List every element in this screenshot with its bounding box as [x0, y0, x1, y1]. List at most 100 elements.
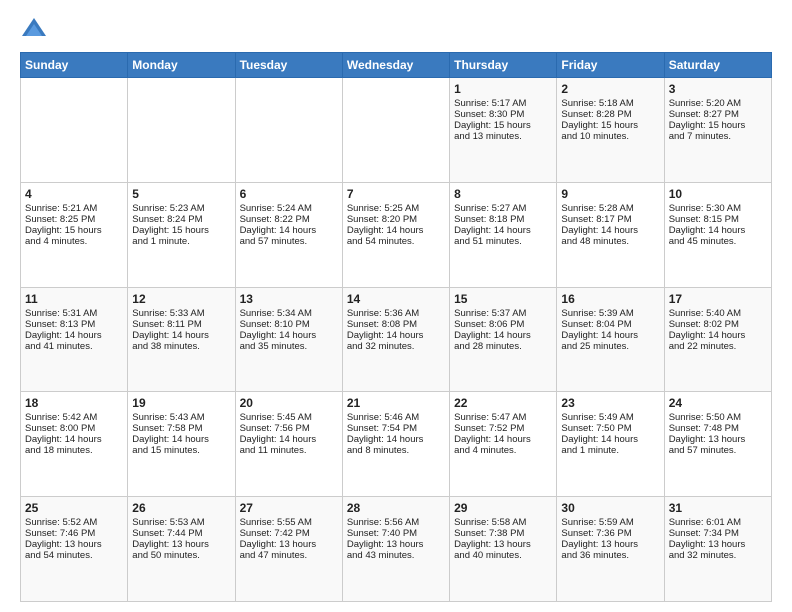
day-info-line: Sunset: 7:34 PM: [669, 528, 767, 539]
day-info-line: Sunset: 7:56 PM: [240, 423, 338, 434]
day-number: 24: [669, 396, 767, 410]
day-info-line: Sunset: 8:24 PM: [132, 214, 230, 225]
day-info-line: and 54 minutes.: [347, 236, 445, 247]
day-info-line: Sunrise: 5:31 AM: [25, 308, 123, 319]
day-info-line: Sunset: 8:17 PM: [561, 214, 659, 225]
day-info-line: Sunrise: 5:34 AM: [240, 308, 338, 319]
day-info-line: and 41 minutes.: [25, 341, 123, 352]
week-row-1: 4Sunrise: 5:21 AMSunset: 8:25 PMDaylight…: [21, 182, 772, 287]
calendar-cell: 15Sunrise: 5:37 AMSunset: 8:06 PMDayligh…: [450, 287, 557, 392]
calendar: SundayMondayTuesdayWednesdayThursdayFrid…: [20, 52, 772, 602]
day-number: 5: [132, 187, 230, 201]
day-info-line: and 51 minutes.: [454, 236, 552, 247]
day-info-line: Sunrise: 6:01 AM: [669, 517, 767, 528]
calendar-cell: [128, 78, 235, 183]
day-number: 21: [347, 396, 445, 410]
day-info-line: Sunrise: 5:59 AM: [561, 517, 659, 528]
calendar-cell: 5Sunrise: 5:23 AMSunset: 8:24 PMDaylight…: [128, 182, 235, 287]
day-info-line: Daylight: 14 hours: [240, 434, 338, 445]
header: [20, 16, 772, 44]
calendar-cell: 25Sunrise: 5:52 AMSunset: 7:46 PMDayligh…: [21, 497, 128, 602]
page: SundayMondayTuesdayWednesdayThursdayFrid…: [0, 0, 792, 612]
day-info-line: and 1 minute.: [561, 445, 659, 456]
day-info-line: Sunset: 7:54 PM: [347, 423, 445, 434]
day-info-line: and 18 minutes.: [25, 445, 123, 456]
day-info-line: Sunset: 8:02 PM: [669, 319, 767, 330]
day-info-line: Daylight: 14 hours: [25, 434, 123, 445]
calendar-cell: 17Sunrise: 5:40 AMSunset: 8:02 PMDayligh…: [664, 287, 771, 392]
day-info-line: Sunrise: 5:39 AM: [561, 308, 659, 319]
day-info-line: Daylight: 14 hours: [561, 434, 659, 445]
day-info-line: and 4 minutes.: [454, 445, 552, 456]
day-info-line: Sunrise: 5:18 AM: [561, 98, 659, 109]
day-number: 13: [240, 292, 338, 306]
day-info-line: Daylight: 13 hours: [347, 539, 445, 550]
day-info-line: and 50 minutes.: [132, 550, 230, 561]
day-info-line: Sunrise: 5:55 AM: [240, 517, 338, 528]
day-info-line: Sunset: 8:28 PM: [561, 109, 659, 120]
day-info-line: Daylight: 14 hours: [240, 225, 338, 236]
calendar-cell: 19 Sunrise: 5:43 AMSunset: 7:58 PMDayligh…: [128, 392, 235, 497]
day-info-line: Sunset: 7:38 PM: [454, 528, 552, 539]
calendar-cell: 22Sunrise: 5:47 AMSunset: 7:52 PMDayligh…: [450, 392, 557, 497]
day-info-line: Sunset: 8:25 PM: [25, 214, 123, 225]
day-info-line: Sunrise: 5:50 AM: [669, 412, 767, 423]
day-info-line: Sunrise: 5:42 AM: [25, 412, 123, 423]
day-info-line: Sunrise: 5:21 AM: [25, 203, 123, 214]
day-number: 30: [561, 501, 659, 515]
calendar-cell: [235, 78, 342, 183]
day-number: 19: [132, 396, 230, 410]
calendar-cell: 7Sunrise: 5:25 AMSunset: 8:20 PMDaylight…: [342, 182, 449, 287]
day-info-line: Sunset: 8:06 PM: [454, 319, 552, 330]
day-info-line: Sunrise: 5:25 AM: [347, 203, 445, 214]
day-info-line: and 57 minutes.: [240, 236, 338, 247]
day-number: 22: [454, 396, 552, 410]
week-row-4: 25Sunrise: 5:52 AMSunset: 7:46 PMDayligh…: [21, 497, 772, 602]
day-info-line: and 7 minutes.: [669, 131, 767, 142]
day-number: 17: [669, 292, 767, 306]
day-header-friday: Friday: [557, 53, 664, 78]
day-header-thursday: Thursday: [450, 53, 557, 78]
day-info-line: and 4 minutes.: [25, 236, 123, 247]
day-info-line: and 28 minutes.: [454, 341, 552, 352]
day-info-line: Sunset: 8:20 PM: [347, 214, 445, 225]
week-row-2: 11Sunrise: 5:31 AMSunset: 8:13 PMDayligh…: [21, 287, 772, 392]
day-number: 4: [25, 187, 123, 201]
calendar-cell: 2Sunrise: 5:18 AMSunset: 8:28 PMDaylight…: [557, 78, 664, 183]
day-info-line: Sunrise: 5:17 AM: [454, 98, 552, 109]
day-info-line: Sunset: 8:22 PM: [240, 214, 338, 225]
day-info-line: Sunrise: 5:45 AM: [240, 412, 338, 423]
day-info-line: Sunset: 8:00 PM: [25, 423, 123, 434]
day-info-line: Daylight: 13 hours: [25, 539, 123, 550]
day-info-line: Sunset: 7:48 PM: [669, 423, 767, 434]
day-info-line: and 38 minutes.: [132, 341, 230, 352]
day-number: 16: [561, 292, 659, 306]
day-info-line: Sunset: 7:42 PM: [240, 528, 338, 539]
day-header-tuesday: Tuesday: [235, 53, 342, 78]
calendar-cell: 18Sunrise: 5:42 AMSunset: 8:00 PMDayligh…: [21, 392, 128, 497]
day-info-line: Daylight: 15 hours: [25, 225, 123, 236]
calendar-cell: 1Sunrise: 5:17 AMSunset: 8:30 PMDaylight…: [450, 78, 557, 183]
day-info-line: Sunrise: 5:52 AM: [25, 517, 123, 528]
day-info-line: Daylight: 14 hours: [561, 330, 659, 341]
day-number: 1: [454, 82, 552, 96]
calendar-cell: 24 Sunrise: 5:50 AMSunset: 7:48 PMDayligh…: [664, 392, 771, 497]
day-info-line: Daylight: 14 hours: [132, 434, 230, 445]
day-info-line: Daylight: 14 hours: [454, 225, 552, 236]
day-info-line: Daylight: 13 hours: [669, 434, 767, 445]
day-info-line: Sunrise: 5:43 AM: [132, 412, 230, 423]
calendar-cell: 12Sunrise: 5:33 AMSunset: 8:11 PMDayligh…: [128, 287, 235, 392]
day-number: 14: [347, 292, 445, 306]
day-info-line: and 8 minutes.: [347, 445, 445, 456]
day-info-line: Daylight: 15 hours: [132, 225, 230, 236]
calendar-cell: [342, 78, 449, 183]
day-info-line: Sunrise: 5:28 AM: [561, 203, 659, 214]
day-number: 7: [347, 187, 445, 201]
day-info-line: Sunrise: 5:47 AM: [454, 412, 552, 423]
day-info-line: Sunset: 7:58 PM: [132, 423, 230, 434]
day-info-line: Sunrise: 5:46 AM: [347, 412, 445, 423]
day-number: 8: [454, 187, 552, 201]
day-info-line: Sunset: 7:44 PM: [132, 528, 230, 539]
day-info-line: Daylight: 15 hours: [669, 120, 767, 131]
day-info-line: Sunset: 7:40 PM: [347, 528, 445, 539]
